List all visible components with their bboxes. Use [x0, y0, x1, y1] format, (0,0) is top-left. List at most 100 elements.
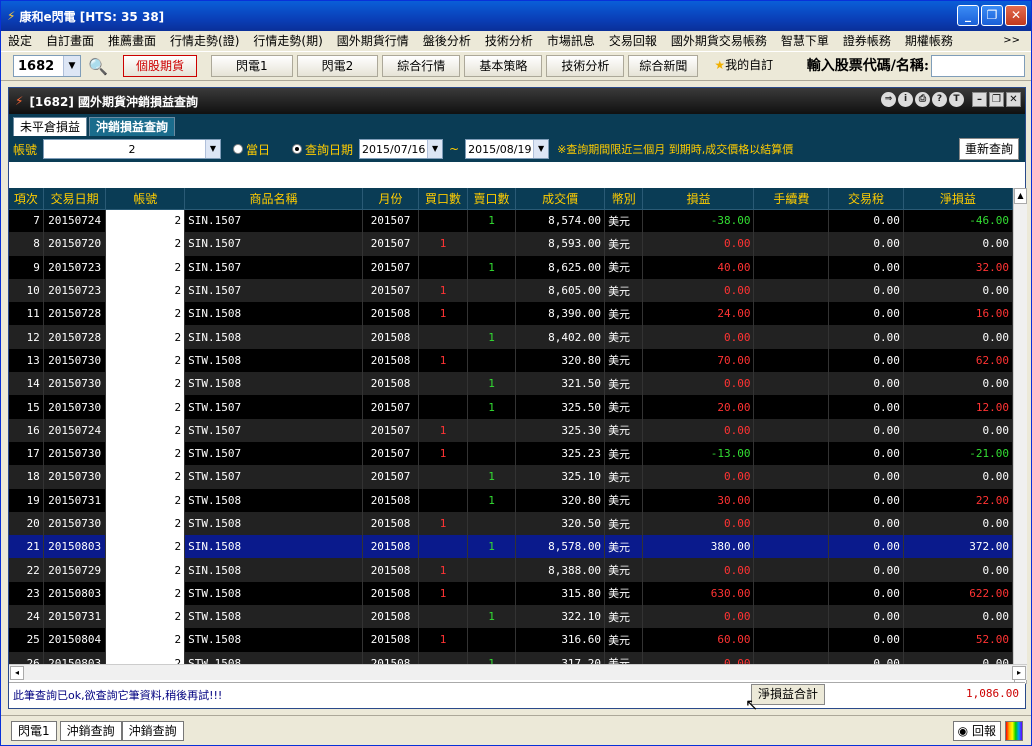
column-header[interactable]: 交易日期 — [43, 188, 107, 210]
radio-today-dot[interactable] — [233, 144, 243, 154]
column-header[interactable]: 買口數 — [418, 188, 468, 210]
menu-item-market-info[interactable]: 市場訊息 — [540, 32, 602, 49]
panel-maximize-button[interactable]: ❐ — [989, 92, 1004, 107]
search-icon[interactable]: 🔍 — [87, 57, 109, 76]
radio-query-date[interactable]: 查詢日期 — [292, 141, 353, 158]
horizontal-scrollbar[interactable]: ◂ ▸ — [9, 664, 1027, 680]
menu-item-technical[interactable]: 技術分析 — [478, 32, 540, 49]
column-header[interactable]: 交易稅 — [828, 188, 904, 210]
tab-offset-pl-query[interactable]: 沖銷損益查詢 — [89, 117, 176, 136]
technical-analysis-button[interactable]: 技術分析 — [546, 55, 625, 77]
basic-strategy-button[interactable]: 基本策略 — [464, 55, 543, 77]
menu-item-after-hours[interactable]: 盤後分析 — [416, 32, 478, 49]
requery-button[interactable]: 重新查詢 — [958, 138, 1019, 160]
flash1-button[interactable]: 閃電1 — [211, 55, 293, 77]
table-row[interactable]: 11 20150728 2 SIN.1508 201508 1 8,390.00 美元 24.0… — [9, 302, 1013, 326]
scroll-right-icon[interactable]: ▸ — [1012, 666, 1026, 680]
account-select[interactable]: 2 ▼ — [43, 139, 221, 159]
table-row[interactable]: 9 20150723 2 SIN.1507 201507 1 8,625.00 美元 40.00… — [9, 255, 1013, 279]
menu-item-custom-screen[interactable]: 自訂畫面 — [39, 32, 101, 49]
vertical-scrollbar[interactable]: ▲ ▼ — [1013, 188, 1027, 684]
menu-item-recommended[interactable]: 推薦畫面 — [101, 32, 163, 49]
table-row[interactable]: 19 20150731 2 STW.1508 201508 1 320.80 美元 30.00 0… — [9, 488, 1013, 512]
menu-item-foreign-futures-quotes[interactable]: 國外期貨行情 — [330, 32, 416, 49]
table-row[interactable]: 7 20150724 2 SIN.1507 201507 1 8,574.00 美元 -38.0… — [9, 209, 1013, 233]
table-row[interactable]: 25 20150804 2 STW.1508 201508 1 316.60 美元 60.00 0… — [9, 628, 1013, 652]
date-to-select[interactable]: 2015/08/19 ▼ — [465, 139, 550, 159]
menu-item-securities-account[interactable]: 證券帳務 — [836, 32, 898, 49]
radio-query-date-dot[interactable] — [292, 144, 303, 154]
table-row[interactable]: 17 20150730 2 STW.1507 201507 1 325.23 美元 -13.00… — [9, 441, 1013, 466]
help-icon[interactable]: ? — [932, 92, 947, 107]
panel-close-button[interactable]: ✕ — [1006, 92, 1021, 107]
table-row[interactable]: 24 20150731 2 STW.1508 201508 1 322.10 美元 0.00 0.… — [9, 605, 1013, 629]
palette-icon[interactable] — [1005, 721, 1023, 741]
radio-today[interactable]: 當日 — [233, 141, 270, 158]
table-row[interactable]: 16 20150724 2 STW.1507 201507 1 325.30 美元 0.00 0.… — [9, 418, 1013, 442]
column-header[interactable]: 成交價 — [515, 188, 606, 210]
print-icon[interactable]: ⎙ — [915, 92, 930, 107]
chevron-down-icon[interactable]: ▼ — [63, 56, 80, 76]
table-row[interactable]: 13 20150730 2 STW.1508 201508 1 320.80 美元 70.00 0… — [9, 348, 1013, 373]
column-header[interactable]: 商品名稱 — [184, 188, 363, 210]
info-icon[interactable]: i — [898, 92, 913, 107]
table-row[interactable]: 10 20150723 2 SIN.1507 201507 1 8,605.00 美元 0.00… — [9, 278, 1013, 303]
table-cell: 16 — [9, 418, 44, 442]
table-row[interactable]: 21 20150803 2 SIN.1508 201508 1 8,578.00 美元 380.… — [9, 535, 1013, 559]
panel-minimize-button[interactable]: – — [972, 92, 987, 107]
taskbar-item-offset-query-2[interactable]: 沖銷查詢 — [121, 720, 184, 741]
menu-item-quotes-futures[interactable]: 行情走勢(期) — [246, 32, 329, 49]
column-header[interactable]: 淨損益 — [903, 188, 1013, 210]
net-pl-total-value: 1,086.00 — [966, 687, 1019, 700]
column-header[interactable]: 手續費 — [753, 188, 830, 210]
menu-item-trade-report[interactable]: 交易回報 — [602, 32, 664, 49]
menu-item-foreign-futures-account[interactable]: 國外期貨交易帳務 — [664, 32, 774, 49]
table-cell — [418, 209, 468, 233]
chevron-down-icon[interactable]: ▼ — [427, 140, 443, 158]
minimize-button[interactable]: _ — [957, 5, 979, 26]
table-row[interactable]: 8 20150720 2 SIN.1507 201507 1 8,593.00 美元 0.00 0… — [9, 232, 1013, 256]
maximize-button[interactable]: ❐ — [981, 5, 1003, 26]
my-custom-button[interactable]: ★我的自訂 — [702, 55, 785, 77]
stock-code-combo[interactable]: 1682 ▼ — [13, 55, 81, 77]
link-icon[interactable]: ⇒ — [881, 92, 896, 107]
close-button[interactable]: ✕ — [1005, 5, 1027, 26]
table-cell: 0.00 — [903, 372, 1013, 396]
column-header[interactable]: 項次 — [9, 188, 44, 210]
taskbar-item-flash1[interactable]: 閃電1 — [11, 720, 57, 741]
scroll-up-icon[interactable]: ▲ — [1014, 188, 1027, 204]
menu-item-quotes-stock[interactable]: 行情走勢(證) — [163, 32, 246, 49]
date-from-select[interactable]: 2015/07/16 ▼ — [359, 139, 444, 159]
table-row[interactable]: 12 20150728 2 SIN.1508 201508 1 8,402.00 美元 0.00… — [9, 325, 1013, 349]
flash2-button[interactable]: 閃電2 — [296, 55, 379, 77]
table-cell: 12 — [9, 325, 44, 349]
stock-input[interactable] — [931, 55, 1025, 77]
table-row[interactable]: 18 20150730 2 STW.1507 201507 1 325.10 美元 0.00 0.… — [9, 465, 1013, 489]
menu-item-smart-order[interactable]: 智慧下單 — [774, 32, 836, 49]
table-cell — [418, 465, 468, 489]
column-header[interactable]: 損益 — [642, 188, 755, 210]
composite-news-button[interactable]: 綜合新聞 — [628, 55, 699, 77]
pin-icon[interactable]: T — [949, 92, 964, 107]
column-header[interactable]: 帳號 — [105, 188, 186, 210]
table-row[interactable]: 23 20150803 2 STW.1508 201508 1 315.80 美元 630.00… — [9, 581, 1013, 606]
table-row[interactable]: 20 20150730 2 STW.1508 201508 1 320.50 美元 0.00 0.… — [9, 511, 1013, 536]
tab-open-position-pl[interactable]: 未平倉損益 — [13, 117, 88, 136]
taskbar-item-offset-query[interactable]: 沖銷查詢 — [59, 720, 122, 741]
query-note: ※查詢期間限近三個月 到期時,成交價格以結算價 — [557, 143, 794, 156]
chevron-down-icon[interactable]: ▼ — [533, 140, 549, 158]
column-header[interactable]: 月份 — [362, 188, 420, 210]
column-header[interactable]: 賣口數 — [467, 188, 517, 210]
menu-item-settings[interactable]: 設定 — [1, 32, 39, 49]
chevron-down-icon[interactable]: ▼ — [205, 140, 220, 158]
single-stock-futures-button[interactable]: 個股期貨 — [123, 55, 198, 77]
menu-overflow-icon[interactable]: >> — [996, 35, 1027, 46]
report-button[interactable]: ◉ 回報 — [952, 721, 1001, 741]
composite-quotes-button[interactable]: 綜合行情 — [382, 55, 461, 77]
scroll-left-icon[interactable]: ◂ — [10, 666, 24, 680]
table-row[interactable]: 15 20150730 2 STW.1507 201507 1 325.50 美元 20.00 0… — [9, 395, 1013, 419]
table-row[interactable]: 14 20150730 2 STW.1508 201508 1 321.50 美元 0.00 0.… — [9, 372, 1013, 396]
column-header[interactable]: 幣別 — [604, 188, 644, 210]
table-row[interactable]: 22 20150729 2 SIN.1508 201508 1 8,388.00 美元 0.00… — [9, 558, 1013, 582]
menu-item-options-account[interactable]: 期權帳務 — [898, 32, 960, 49]
